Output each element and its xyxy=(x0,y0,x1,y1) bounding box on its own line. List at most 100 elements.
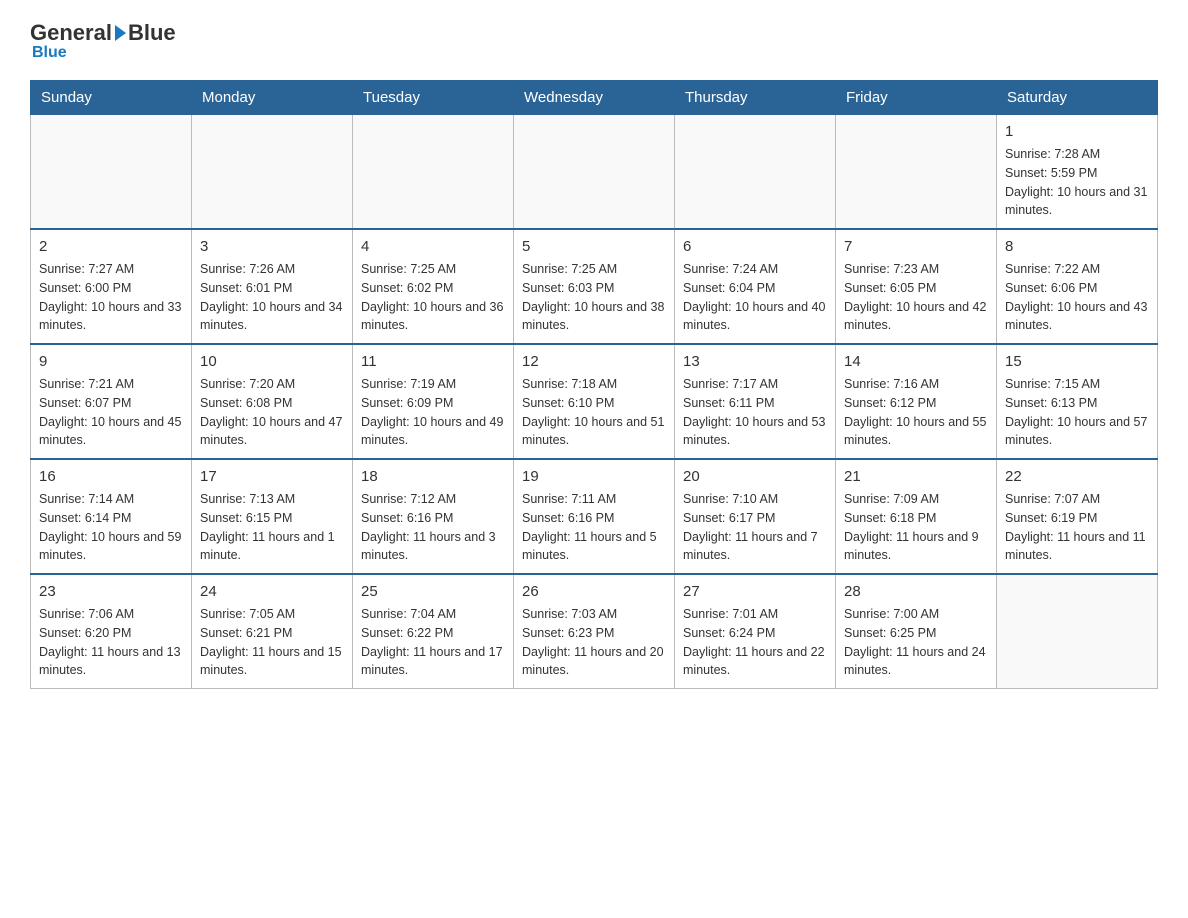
calendar-cell: 17 Sunrise: 7:13 AM Sunset: 6:15 PM Dayli… xyxy=(192,459,353,574)
calendar-table: SundayMondayTuesdayWednesdayThursdayFrid… xyxy=(30,80,1158,689)
day-info: Sunrise: 7:17 AM Sunset: 6:11 PM Dayligh… xyxy=(683,375,827,450)
day-number: 19 xyxy=(522,466,666,487)
day-info: Sunrise: 7:22 AM Sunset: 6:06 PM Dayligh… xyxy=(1005,260,1149,335)
day-info: Sunrise: 7:26 AM Sunset: 6:01 PM Dayligh… xyxy=(200,260,344,335)
day-info: Sunrise: 7:24 AM Sunset: 6:04 PM Dayligh… xyxy=(683,260,827,335)
day-number: 7 xyxy=(844,236,988,257)
calendar-cell: 25Sunrise: 7:04 AM Sunset: 6:22 PM Dayli… xyxy=(353,574,514,689)
calendar-cell: 16 Sunrise: 7:14 AM Sunset: 6:14 PM Dayli… xyxy=(31,459,192,574)
calendar-cell: 6Sunrise: 7:24 AM Sunset: 6:04 PM Daylig… xyxy=(675,229,836,344)
day-info: Sunrise: 7:14 AM Sunset: 6:14 PM Dayligh… xyxy=(39,490,183,565)
calendar-week-row: 9 Sunrise: 7:21 AM Sunset: 6:07 PM Daylig… xyxy=(31,344,1158,459)
day-number: 20 xyxy=(683,466,827,487)
calendar-cell: 23 Sunrise: 7:06 AM Sunset: 6:20 PM Dayli… xyxy=(31,574,192,689)
calendar-cell: 2 Sunrise: 7:27 AM Sunset: 6:00 PM Daylig… xyxy=(31,229,192,344)
calendar-week-row: 23 Sunrise: 7:06 AM Sunset: 6:20 PM Dayli… xyxy=(31,574,1158,689)
calendar-cell: 15Sunrise: 7:15 AM Sunset: 6:13 PM Dayli… xyxy=(997,344,1158,459)
day-number: 16 xyxy=(39,466,183,487)
day-number: 15 xyxy=(1005,351,1149,372)
day-info: Sunrise: 7:25 AM Sunset: 6:02 PM Dayligh… xyxy=(361,260,505,335)
calendar-cell: 5 Sunrise: 7:25 AM Sunset: 6:03 PM Daylig… xyxy=(514,229,675,344)
calendar-cell: 3 Sunrise: 7:26 AM Sunset: 6:01 PM Daylig… xyxy=(192,229,353,344)
calendar-cell: 20 Sunrise: 7:10 AM Sunset: 6:17 PM Dayli… xyxy=(675,459,836,574)
day-number: 26 xyxy=(522,581,666,602)
day-info: Sunrise: 7:10 AM Sunset: 6:17 PM Dayligh… xyxy=(683,490,827,565)
logo: General Blue Blue xyxy=(30,20,176,62)
calendar-cell: 26 Sunrise: 7:03 AM Sunset: 6:23 PM Dayli… xyxy=(514,574,675,689)
day-number: 10 xyxy=(200,351,344,372)
weekday-header-sunday: Sunday xyxy=(31,81,192,115)
calendar-cell xyxy=(31,115,192,230)
day-info: Sunrise: 7:11 AM Sunset: 6:16 PM Dayligh… xyxy=(522,490,666,565)
day-number: 2 xyxy=(39,236,183,257)
day-info: Sunrise: 7:28 AM Sunset: 5:59 PM Dayligh… xyxy=(1005,145,1149,220)
day-number: 18 xyxy=(361,466,505,487)
logo-text: General Blue xyxy=(30,20,176,46)
day-info: Sunrise: 7:23 AM Sunset: 6:05 PM Dayligh… xyxy=(844,260,988,335)
weekday-header-tuesday: Tuesday xyxy=(353,81,514,115)
calendar-cell: 27 Sunrise: 7:01 AM Sunset: 6:24 PM Dayli… xyxy=(675,574,836,689)
calendar-week-row: 1 Sunrise: 7:28 AM Sunset: 5:59 PM Daylig… xyxy=(31,115,1158,230)
day-info: Sunrise: 7:06 AM Sunset: 6:20 PM Dayligh… xyxy=(39,605,183,680)
calendar-week-row: 2 Sunrise: 7:27 AM Sunset: 6:00 PM Daylig… xyxy=(31,229,1158,344)
calendar-cell: 7 Sunrise: 7:23 AM Sunset: 6:05 PM Daylig… xyxy=(836,229,997,344)
calendar-cell: 8 Sunrise: 7:22 AM Sunset: 6:06 PM Daylig… xyxy=(997,229,1158,344)
day-number: 9 xyxy=(39,351,183,372)
calendar-cell: 4Sunrise: 7:25 AM Sunset: 6:02 PM Daylig… xyxy=(353,229,514,344)
day-info: Sunrise: 7:09 AM Sunset: 6:18 PM Dayligh… xyxy=(844,490,988,565)
calendar-cell: 12 Sunrise: 7:18 AM Sunset: 6:10 PM Dayli… xyxy=(514,344,675,459)
day-info: Sunrise: 7:16 AM Sunset: 6:12 PM Dayligh… xyxy=(844,375,988,450)
day-number: 3 xyxy=(200,236,344,257)
day-number: 12 xyxy=(522,351,666,372)
day-info: Sunrise: 7:13 AM Sunset: 6:15 PM Dayligh… xyxy=(200,490,344,565)
logo-general: General xyxy=(30,20,112,46)
calendar-cell: 1 Sunrise: 7:28 AM Sunset: 5:59 PM Daylig… xyxy=(997,115,1158,230)
day-number: 21 xyxy=(844,466,988,487)
calendar-cell: 28 Sunrise: 7:00 AM Sunset: 6:25 PM Dayli… xyxy=(836,574,997,689)
day-number: 1 xyxy=(1005,121,1149,142)
calendar-header-row: SundayMondayTuesdayWednesdayThursdayFrid… xyxy=(31,81,1158,115)
day-info: Sunrise: 7:18 AM Sunset: 6:10 PM Dayligh… xyxy=(522,375,666,450)
calendar-cell: 14 Sunrise: 7:16 AM Sunset: 6:12 PM Dayli… xyxy=(836,344,997,459)
day-number: 8 xyxy=(1005,236,1149,257)
day-number: 24 xyxy=(200,581,344,602)
calendar-cell: 21 Sunrise: 7:09 AM Sunset: 6:18 PM Dayli… xyxy=(836,459,997,574)
day-info: Sunrise: 7:19 AM Sunset: 6:09 PM Dayligh… xyxy=(361,375,505,450)
calendar-cell xyxy=(514,115,675,230)
day-info: Sunrise: 7:25 AM Sunset: 6:03 PM Dayligh… xyxy=(522,260,666,335)
calendar-cell: 9 Sunrise: 7:21 AM Sunset: 6:07 PM Daylig… xyxy=(31,344,192,459)
day-number: 13 xyxy=(683,351,827,372)
day-number: 22 xyxy=(1005,466,1149,487)
calendar-cell xyxy=(353,115,514,230)
day-info: Sunrise: 7:27 AM Sunset: 6:00 PM Dayligh… xyxy=(39,260,183,335)
calendar-week-row: 16 Sunrise: 7:14 AM Sunset: 6:14 PM Dayli… xyxy=(31,459,1158,574)
day-number: 17 xyxy=(200,466,344,487)
weekday-header-wednesday: Wednesday xyxy=(514,81,675,115)
weekday-header-thursday: Thursday xyxy=(675,81,836,115)
day-number: 5 xyxy=(522,236,666,257)
page-header: General Blue Blue xyxy=(30,20,1158,62)
weekday-header-friday: Friday xyxy=(836,81,997,115)
day-info: Sunrise: 7:12 AM Sunset: 6:16 PM Dayligh… xyxy=(361,490,505,565)
day-info: Sunrise: 7:20 AM Sunset: 6:08 PM Dayligh… xyxy=(200,375,344,450)
logo-blue: Blue xyxy=(128,20,176,46)
day-number: 28 xyxy=(844,581,988,602)
day-number: 27 xyxy=(683,581,827,602)
day-info: Sunrise: 7:01 AM Sunset: 6:24 PM Dayligh… xyxy=(683,605,827,680)
day-info: Sunrise: 7:03 AM Sunset: 6:23 PM Dayligh… xyxy=(522,605,666,680)
day-info: Sunrise: 7:04 AM Sunset: 6:22 PM Dayligh… xyxy=(361,605,505,680)
calendar-cell: 24 Sunrise: 7:05 AM Sunset: 6:21 PM Dayli… xyxy=(192,574,353,689)
logo-arrow-icon xyxy=(115,25,126,41)
calendar-cell: 19 Sunrise: 7:11 AM Sunset: 6:16 PM Dayli… xyxy=(514,459,675,574)
calendar-cell xyxy=(997,574,1158,689)
calendar-cell: 10 Sunrise: 7:20 AM Sunset: 6:08 PM Dayli… xyxy=(192,344,353,459)
calendar-cell: 22Sunrise: 7:07 AM Sunset: 6:19 PM Dayli… xyxy=(997,459,1158,574)
day-info: Sunrise: 7:00 AM Sunset: 6:25 PM Dayligh… xyxy=(844,605,988,680)
calendar-cell xyxy=(836,115,997,230)
day-number: 14 xyxy=(844,351,988,372)
day-info: Sunrise: 7:21 AM Sunset: 6:07 PM Dayligh… xyxy=(39,375,183,450)
day-number: 23 xyxy=(39,581,183,602)
day-info: Sunrise: 7:05 AM Sunset: 6:21 PM Dayligh… xyxy=(200,605,344,680)
weekday-header-saturday: Saturday xyxy=(997,81,1158,115)
calendar-cell: 13 Sunrise: 7:17 AM Sunset: 6:11 PM Dayli… xyxy=(675,344,836,459)
